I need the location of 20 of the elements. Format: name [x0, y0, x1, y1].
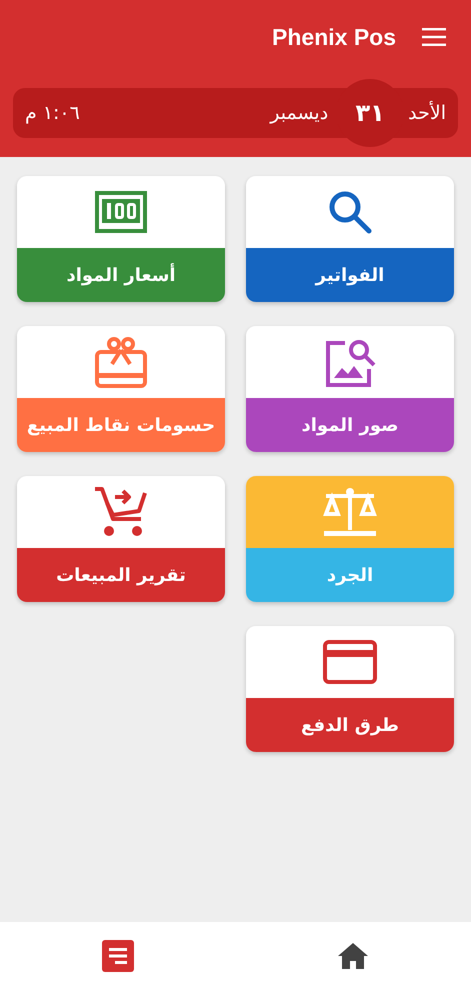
- tile-label: صور المواد: [246, 398, 454, 452]
- list-icon[interactable]: [102, 940, 134, 972]
- credit-card-icon: [323, 640, 377, 684]
- weekday-label: الأحد: [408, 102, 446, 124]
- scale-icon: [322, 486, 378, 538]
- month-label: ديسمبر: [270, 102, 328, 124]
- search-icon: [327, 189, 373, 235]
- tile-label: تقرير المبيعات: [17, 548, 225, 602]
- time-label: ١:٠٦ م: [25, 102, 80, 124]
- banknote-icon: [95, 191, 147, 233]
- gift-card-icon: [94, 336, 148, 388]
- menu-icon[interactable]: [422, 28, 446, 46]
- app-title: Phenix Pos: [272, 24, 396, 50]
- tile-label: الجرد: [246, 548, 454, 602]
- tile-label: الفواتير: [246, 248, 454, 302]
- tile-label: أسعار المواد: [17, 248, 225, 302]
- cart-icon: [93, 485, 149, 539]
- tile-label: طرق الدفع: [246, 698, 454, 752]
- home-icon[interactable]: [338, 943, 368, 969]
- tile-label: حسومات نقاط المبيع: [17, 398, 225, 452]
